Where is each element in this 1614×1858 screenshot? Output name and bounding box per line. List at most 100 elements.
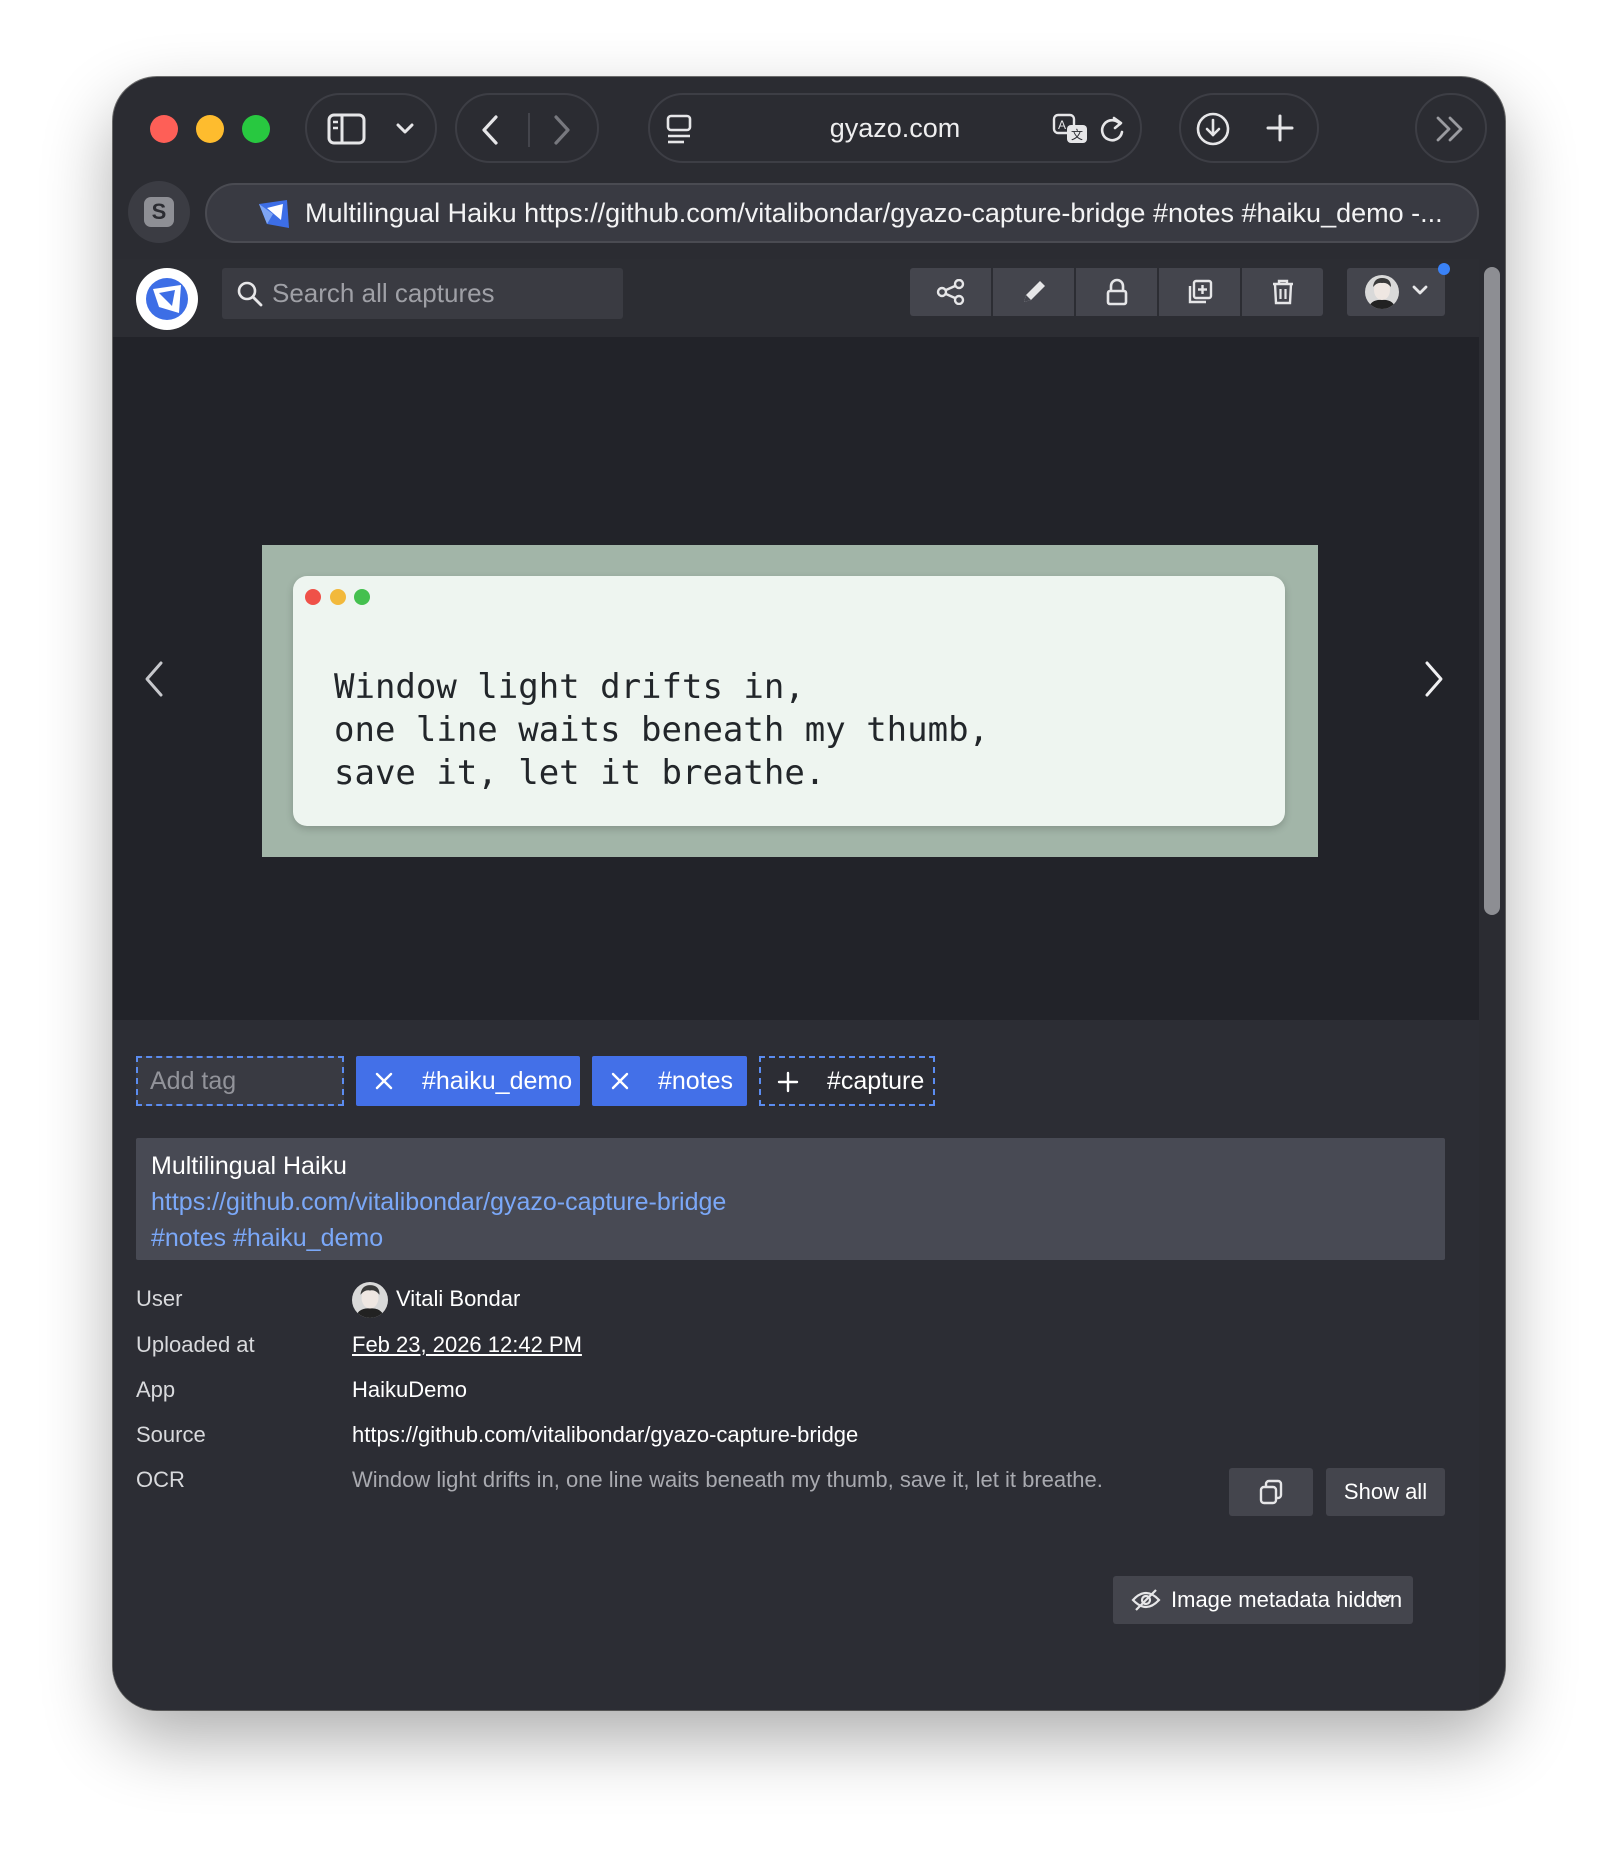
chevron-down-icon [1376,1594,1392,1604]
search-icon [237,281,263,307]
back-icon[interactable] [479,114,501,146]
meta-label: User [136,1286,183,1311]
pencil-icon [1023,281,1045,302]
share-button[interactable] [910,268,991,316]
sidebar-icon [327,113,366,145]
remove-tag-icon[interactable] [610,1071,630,1091]
eye-off-icon [1131,1589,1161,1611]
close-window-button[interactable] [150,115,178,143]
meta-label: Source [136,1422,206,1447]
notification-dot [1438,263,1450,275]
share-icon [936,279,964,305]
capture-image[interactable]: Window light drifts in, one line waits b… [262,545,1318,857]
plus-icon [777,1071,799,1093]
gyazo-logo-icon [146,278,188,320]
zoom-window-button[interactable] [242,115,270,143]
description-box[interactable]: Multilingual Haiku https://github.com/vi… [136,1138,1445,1260]
edit-button[interactable] [993,268,1074,316]
delete-button[interactable] [1242,268,1323,316]
remove-tag-icon[interactable] [374,1071,394,1091]
avatar-icon [1365,275,1399,309]
profile-badge: S [144,197,174,227]
search-input[interactable] [272,268,612,319]
duplicate-button[interactable] [1159,268,1240,316]
more-tabs-button[interactable] [1415,93,1487,163]
gyazo-logo[interactable] [136,268,198,330]
reload-icon[interactable] [1098,115,1126,145]
download-icon[interactable] [1195,111,1231,147]
browser-toolbar: gyazo.com A 文 [113,77,1505,177]
haiku-line: save it, let it breathe. [334,753,826,793]
description-link[interactable]: https://github.com/vitalibondar/gyazo-ca… [151,1184,1430,1220]
duplicate-icon [1188,279,1212,304]
new-tab-icon[interactable] [1265,113,1295,143]
lock-button[interactable] [1076,268,1157,316]
source-link[interactable]: https://github.com/vitalibondar/gyazo-ca… [352,1422,858,1448]
add-tag-input[interactable] [136,1056,344,1106]
suggested-tag-label: #capture [827,1067,925,1095]
capture-viewer: Window light drifts in, one line waits b… [113,337,1479,1020]
meta-row-user: User Vitali Bondar [136,1282,1445,1318]
translate-icon[interactable]: A 文 [1052,112,1090,146]
card-dot-green [354,589,370,605]
scrollbar-thumb[interactable] [1484,267,1500,915]
description-title: Multilingual Haiku [151,1152,347,1180]
tab-active[interactable]: Multilingual Haiku https://github.com/vi… [205,183,1479,243]
app-header [113,259,1479,337]
copy-ocr-button[interactable] [1229,1468,1313,1516]
haiku-text: Window light drifts in, one line waits b… [334,666,989,795]
page-content: Window light drifts in, one line waits b… [113,259,1479,1710]
meta-label: OCR [136,1467,185,1492]
previous-capture-icon[interactable] [139,657,169,701]
next-capture-icon[interactable] [1419,657,1449,701]
gyazo-favicon-icon [259,200,289,228]
haiku-card: Window light drifts in, one line waits b… [293,576,1285,826]
uploaded-date-link[interactable]: Feb 23, 2026 12:42 PM [352,1332,582,1358]
chevron-down-icon [396,123,414,134]
lock-icon [1106,278,1127,306]
forward-icon[interactable] [551,114,573,146]
tag-label: #haiku_demo [422,1067,573,1095]
navigation-buttons [455,93,599,163]
user-menu-button[interactable] [1347,268,1445,316]
chevron-down-icon [1412,285,1428,295]
description-hashtags[interactable]: #notes #haiku_demo [151,1220,1430,1256]
show-all-button[interactable]: Show all [1326,1468,1445,1516]
browser-window: gyazo.com A 文 S Multilingual Haiku https… [113,77,1505,1710]
tag-chip: #haiku_demo [356,1056,580,1106]
app-value: HaikuDemo [352,1377,467,1402]
nav-separator [528,113,530,147]
download-and-newtab-buttons [1179,93,1319,163]
user-name[interactable]: Vitali Bondar [396,1286,520,1312]
avatar-icon [352,1282,388,1318]
meta-label: App [136,1377,176,1402]
haiku-line: one line waits beneath my thumb, [334,710,990,750]
image-metadata-toggle[interactable]: Image metadata hidden [1113,1576,1413,1624]
minimize-window-button[interactable] [196,115,224,143]
avatar [352,1282,388,1318]
card-dot-yellow [330,589,346,605]
sidebar-toggle-button[interactable] [305,93,437,163]
suggested-tag-button[interactable]: #capture [759,1056,935,1106]
tag-chip: #notes [592,1056,747,1106]
meta-row-app: App HaikuDemo [136,1373,1445,1409]
haiku-line: Window light drifts in, [334,667,805,707]
meta-label: Uploaded at [136,1332,255,1357]
meta-row-source: Source https://github.com/vitalibondar/g… [136,1418,1445,1454]
tab-title: Multilingual Haiku https://github.com/vi… [305,198,1443,228]
capture-actions [910,268,1323,316]
trash-icon [1272,279,1293,305]
copy-icon [1259,1479,1283,1505]
avatar [1365,275,1399,309]
svg-text:文: 文 [1071,127,1083,142]
search-box [222,268,623,319]
svg-text:A: A [1058,118,1066,132]
card-dot-red [305,589,321,605]
tag-label: #notes [658,1067,734,1095]
meta-row-uploaded: Uploaded at Feb 23, 2026 12:42 PM [136,1328,1445,1364]
double-chevron-right-icon [1436,116,1463,142]
metadata-hidden-label: Image metadata hidden [1171,1587,1403,1612]
capture-info-panel: #haiku_demo #notes #capture Multilingual… [113,1020,1479,1710]
address-bar[interactable]: gyazo.com A 文 [648,93,1142,163]
ocr-text: Window light drifts in, one line waits b… [352,1467,1103,1492]
